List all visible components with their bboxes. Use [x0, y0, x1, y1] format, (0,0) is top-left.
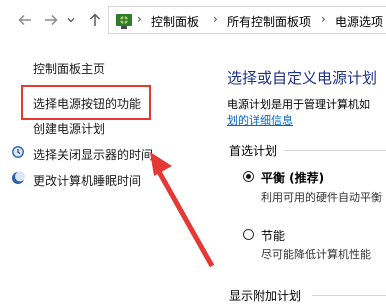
address-bar[interactable]: › 控制面板 › 所有控制面板项 › 电源选项: [108, 6, 386, 34]
plan-balanced-label[interactable]: 平衡 (推荐): [261, 169, 324, 186]
forward-arrow-icon[interactable]: [42, 9, 60, 31]
breadcrumb-all-items[interactable]: 所有控制面板项: [227, 13, 311, 30]
up-arrow-icon[interactable]: [86, 9, 104, 31]
breadcrumb-separator: ›: [213, 12, 218, 26]
moon-icon: [11, 171, 25, 185]
navigation-bar: › 控制面板 › 所有控制面板项 › 电源选项: [0, 0, 386, 40]
sidebar-item-power-button[interactable]: 选择电源按钮的功能: [33, 95, 141, 112]
sidebar-item-sleep-time[interactable]: 更改计算机睡眠时间: [33, 172, 141, 189]
divider: [312, 295, 386, 296]
main-content: 选择或自定义电源计划 电源计划是用于管理计算机如 划的详细信息 首选计划 平衡 …: [216, 40, 386, 304]
radio-power-saver[interactable]: [243, 229, 254, 240]
page-description: 电源计划是用于管理计算机如: [227, 98, 370, 111]
page-title: 选择或自定义电源计划: [227, 69, 378, 87]
back-arrow-icon[interactable]: [16, 9, 34, 31]
breadcrumb-separator: ›: [321, 12, 326, 26]
sidebar-item-create-plan[interactable]: 创建电源计划: [33, 120, 105, 137]
monitor-schedule-icon: [11, 145, 25, 159]
sidebar-item-display-off[interactable]: 选择关闭显示器的时间: [33, 146, 153, 163]
control-panel-icon: [115, 12, 133, 30]
red-arrow-annotation: [150, 152, 215, 268]
radio-balanced[interactable]: [243, 171, 254, 182]
divider: [284, 150, 386, 151]
left-task-pane: 控制面板主页 选择电源按钮的功能 创建电源计划 选择关闭显示器的时间 更改计算机…: [0, 40, 216, 304]
breadcrumb-separator: ›: [137, 12, 142, 26]
plan-power-saver-label[interactable]: 节能: [261, 227, 285, 244]
recent-dropdown-icon[interactable]: [62, 9, 80, 31]
plan-details-link[interactable]: 划的详细信息: [227, 112, 293, 128]
control-panel-home-link[interactable]: 控制面板主页: [33, 60, 105, 77]
additional-plans-heading[interactable]: 显示附加计划: [229, 287, 301, 304]
breadcrumb-power-options[interactable]: 电源选项: [335, 13, 383, 30]
breadcrumb-control-panel[interactable]: 控制面板: [151, 13, 199, 30]
plan-balanced-desc: 利用可用的硬件自动平衡: [261, 191, 382, 204]
plan-power-saver-desc: 尽可能降低计算机性能: [261, 248, 371, 261]
preferred-plans-heading: 首选计划: [229, 144, 278, 158]
